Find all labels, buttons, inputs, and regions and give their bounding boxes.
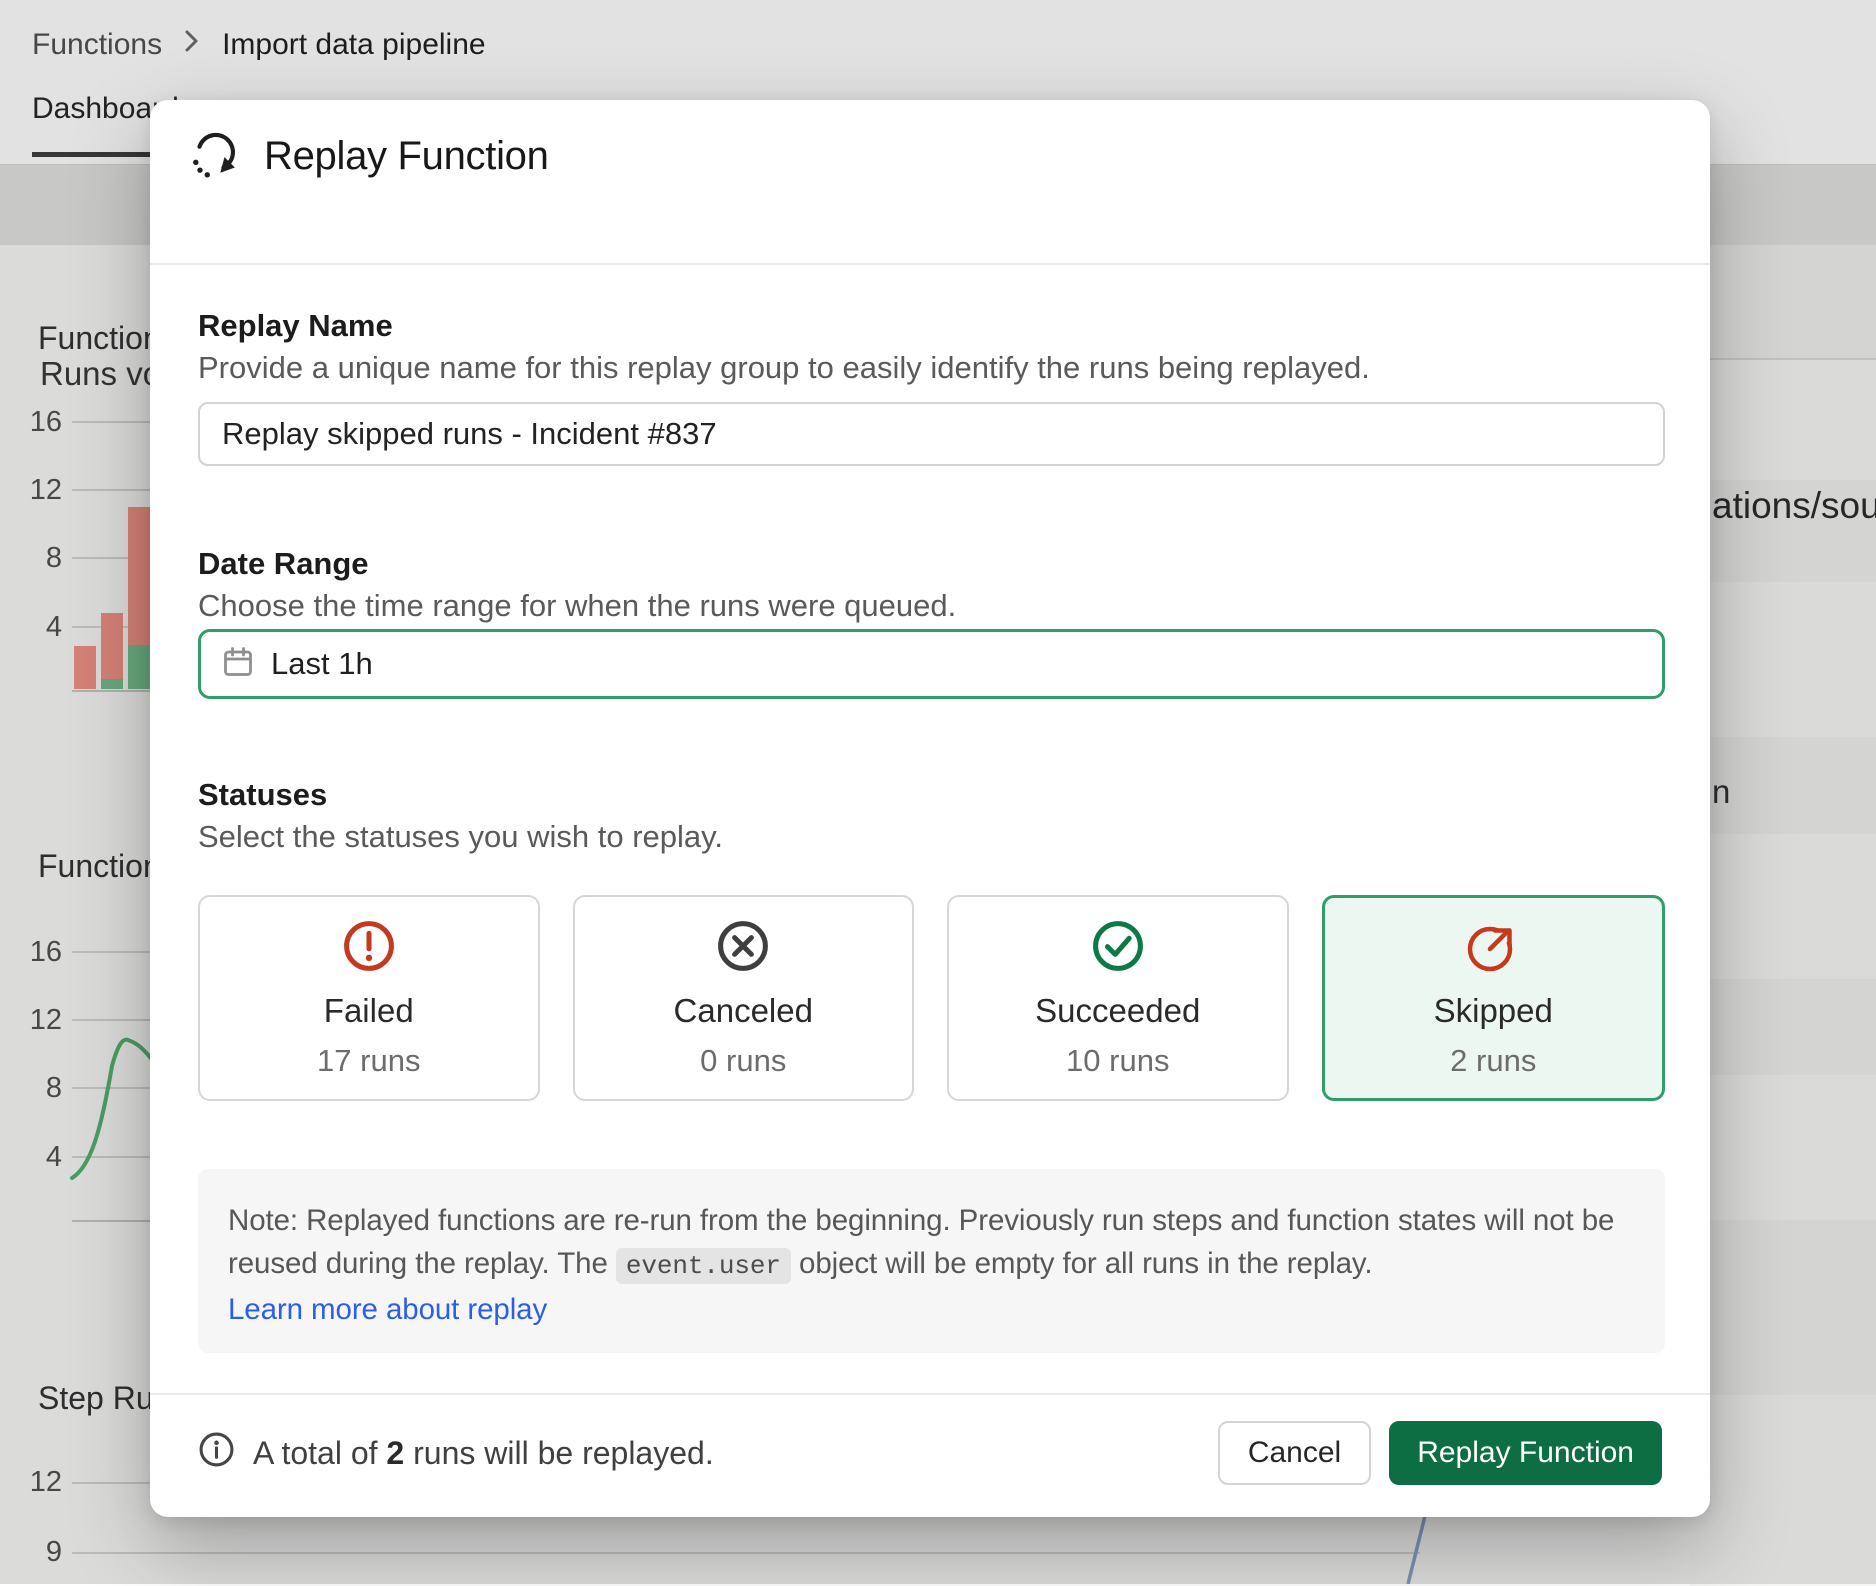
date-range-label: Date Range	[198, 546, 369, 582]
summary-suffix: runs will be replayed.	[413, 1435, 714, 1471]
status-card-failed[interactable]: Failed 17 runs	[198, 895, 540, 1101]
replay-name-input[interactable]	[198, 402, 1665, 466]
status-card-count: 0 runs	[700, 1043, 786, 1079]
status-card-count: 10 runs	[1066, 1043, 1169, 1079]
arrow-out-circle-icon	[1465, 918, 1521, 979]
header-divider	[150, 263, 1710, 265]
date-range-selector[interactable]: Last 1h	[198, 629, 1665, 699]
summary-count: 2	[386, 1435, 404, 1471]
status-card-name: Skipped	[1434, 992, 1553, 1030]
x-circle-icon	[715, 918, 771, 979]
info-icon	[198, 1431, 235, 1476]
modal-title: Replay Function	[264, 134, 549, 179]
replay-name-description: Provide a unique name for this replay gr…	[198, 350, 1370, 386]
note-line2-before: reused during the replay. The	[228, 1247, 608, 1280]
status-card-succeeded[interactable]: Succeeded 10 runs	[947, 895, 1289, 1101]
status-card-name: Failed	[324, 992, 414, 1030]
note-line2-after: object will be empty for all runs in the…	[799, 1247, 1372, 1280]
cancel-button[interactable]: Cancel	[1218, 1421, 1371, 1485]
replay-summary: A total of 2 runs will be replayed.	[198, 1431, 714, 1476]
statuses-label: Statuses	[198, 777, 327, 813]
replay-name-label: Replay Name	[198, 308, 393, 344]
summary-prefix: A total of	[253, 1435, 378, 1471]
note-line1: Note: Replayed functions are re-run from…	[228, 1204, 1614, 1237]
check-circle-icon	[1090, 918, 1146, 979]
date-range-value: Last 1h	[271, 646, 373, 682]
event-user-code: event.user	[616, 1248, 791, 1284]
footer-actions: Cancel Replay Function	[1218, 1421, 1662, 1485]
status-card-canceled[interactable]: Canceled 0 runs	[573, 895, 915, 1101]
date-range-description: Choose the time range for when the runs …	[198, 588, 956, 624]
statuses-description: Select the statuses you wish to replay.	[198, 819, 723, 855]
replay-note: Note: Replayed functions are re-run from…	[198, 1169, 1665, 1353]
status-cards: Failed 17 runs Canceled 0 runs Succee	[198, 895, 1665, 1101]
status-card-name: Succeeded	[1035, 992, 1200, 1030]
replay-icon	[188, 129, 238, 184]
footer-divider	[150, 1393, 1710, 1395]
status-card-skipped[interactable]: Skipped 2 runs	[1322, 895, 1666, 1101]
learn-more-link[interactable]: Learn more about replay	[228, 1293, 547, 1326]
modal-footer: A total of 2 runs will be replayed. Canc…	[198, 1420, 1662, 1486]
status-card-count: 17 runs	[317, 1043, 420, 1079]
modal-header: Replay Function	[188, 126, 549, 186]
replay-function-button[interactable]: Replay Function	[1389, 1421, 1662, 1485]
status-card-name: Canceled	[674, 992, 813, 1030]
replay-function-modal: Replay Function Replay Name Provide a un…	[150, 100, 1710, 1517]
calendar-icon	[221, 645, 255, 684]
alert-circle-icon	[341, 918, 397, 979]
status-card-count: 2 runs	[1450, 1043, 1536, 1079]
